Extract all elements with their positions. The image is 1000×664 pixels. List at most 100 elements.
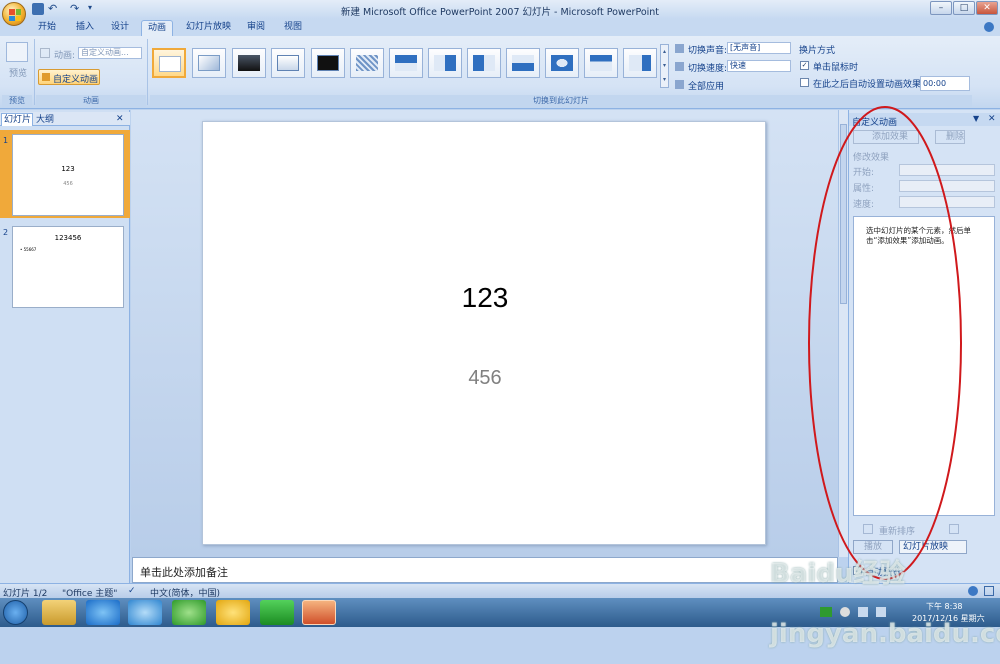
customize-quick-access-icon[interactable]: ▾: [88, 3, 100, 15]
slide-thumbnail-2[interactable]: 123456 • 55667: [12, 226, 124, 308]
zoom-in-icon[interactable]: [968, 586, 978, 596]
transition-cut-black-button[interactable]: [311, 48, 345, 78]
thumb2-bullet: • 55667: [20, 247, 37, 252]
tab-home[interactable]: 开始: [32, 20, 62, 36]
tab-animation[interactable]: 动画: [141, 20, 174, 36]
apply-all-button[interactable]: 全部应用: [688, 79, 724, 92]
tab-slides[interactable]: 幻灯片: [1, 113, 33, 126]
transition-speed-dropdown[interactable]: 快速: [727, 60, 791, 72]
sound-icon: [675, 44, 684, 53]
tab-view[interactable]: 视图: [278, 20, 308, 36]
tab-outline[interactable]: 大纲: [36, 114, 54, 126]
speed-icon: [675, 62, 684, 71]
gallery-scroll-buttons[interactable]: ▴ ▾ ▾: [660, 44, 669, 88]
animate-dropdown[interactable]: 自定义动画...: [78, 47, 142, 59]
redo-icon[interactable]: ↷: [70, 3, 82, 15]
slide-number-1: 1: [3, 136, 9, 145]
tab-review[interactable]: 审阅: [241, 20, 271, 36]
ribbon-tabs: 开始 插入 设计 动画 幻灯片放映 审阅 视图: [0, 19, 1000, 36]
transition-dissolve-button[interactable]: [350, 48, 384, 78]
close-slides-panel-button[interactable]: ✕: [116, 113, 124, 125]
slide-subtitle[interactable]: 456: [203, 367, 767, 390]
office-button[interactable]: [2, 2, 26, 26]
tab-slideshow[interactable]: 幻灯片放映: [180, 20, 237, 36]
transition-sound-dropdown[interactable]: [无声音]: [727, 42, 791, 54]
custom-animation-label: 自定义动画: [53, 75, 99, 85]
transition-none-button[interactable]: [152, 48, 186, 78]
auto-advance-checkbox[interactable]: [800, 78, 809, 87]
window-title: 新建 Microsoft Office PowerPoint 2007 幻灯片 …: [340, 7, 660, 18]
transition-wipe-down-button[interactable]: [389, 48, 423, 78]
slide-thumbnail-1[interactable]: 123 456: [12, 134, 124, 216]
start-button[interactable]: [3, 600, 28, 625]
wipe-left-icon: [434, 55, 456, 71]
on-mouse-click-checkbox[interactable]: ✓: [800, 61, 809, 70]
tab-insert[interactable]: 插入: [70, 20, 100, 36]
slide-title[interactable]: 123: [203, 282, 767, 314]
transition-cut-black-icon: [317, 55, 339, 71]
divider: [147, 39, 148, 105]
animate-icon: [40, 48, 50, 58]
thumb1-subtitle: 456: [63, 181, 73, 187]
custom-animation-button[interactable]: 自定义动画: [38, 69, 100, 85]
transition-fade-button[interactable]: [192, 48, 226, 78]
transition-dissolve-icon: [356, 55, 378, 71]
office-logo-icon: [9, 9, 21, 21]
auto-advance-label: 在此之后自动设置动画效果:: [813, 80, 925, 90]
task-pane-menu-icon[interactable]: ▼: [973, 114, 979, 123]
thumb1-title: 123: [61, 165, 75, 173]
spellcheck-icon[interactable]: ✓: [128, 586, 136, 596]
task-pane-close-icon[interactable]: ✕: [988, 114, 996, 124]
ie-icon[interactable]: [86, 600, 120, 625]
title-bar: ↶ ↷ ▾ 新建 Microsoft Office PowerPoint 200…: [0, 0, 1000, 19]
wipe-right-icon: [473, 55, 495, 71]
divider: [34, 39, 35, 105]
wipe-down-icon: [395, 55, 417, 71]
wipe-up-icon: [512, 55, 534, 71]
transition-wipe-left-button[interactable]: [428, 48, 462, 78]
app-icon[interactable]: [216, 600, 250, 625]
powerpoint-taskbar-icon[interactable]: [302, 600, 336, 625]
transition-wipe-up-button[interactable]: [506, 48, 540, 78]
watermark: Baidu经验 jingyan.baidu.com: [770, 559, 1000, 649]
transition-none-icon: [159, 56, 181, 72]
preview-button[interactable]: 预览: [6, 66, 30, 79]
slide-number-2: 2: [3, 228, 9, 237]
transition-wipe-right-button[interactable]: [467, 48, 501, 78]
group-label-preview: 预览: [2, 95, 32, 107]
slide-canvas[interactable]: 123 456: [202, 121, 766, 545]
custom-animation-icon: [42, 73, 50, 81]
notes-placeholder: 单击此处添加备注: [140, 566, 228, 579]
slides-panel: 幻灯片 大纲 ✕ 1 123 456 2 123456 • 55667: [0, 110, 130, 583]
cover-left-icon: [629, 55, 651, 71]
transition-speed-label: 切换速度:: [688, 64, 728, 74]
preview-icon: [6, 42, 28, 62]
transition-fade-icon: [198, 55, 220, 71]
maximize-button[interactable]: □: [953, 1, 975, 15]
advance-slide-title: 换片方式: [799, 46, 836, 56]
transition-split-button[interactable]: [545, 48, 579, 78]
notes-pane[interactable]: 单击此处添加备注: [132, 557, 838, 583]
save-icon[interactable]: [32, 3, 44, 15]
transition-sound-label: 切换声音:: [688, 46, 728, 56]
tab-design[interactable]: 设计: [105, 20, 135, 36]
browser-icon[interactable]: [128, 600, 162, 625]
undo-icon[interactable]: ↶: [48, 3, 60, 15]
transition-fade-black-button[interactable]: [232, 48, 266, 78]
explorer-icon[interactable]: [42, 600, 76, 625]
help-icon[interactable]: [984, 22, 994, 32]
transition-cover-left-button[interactable]: [623, 48, 657, 78]
transition-cut-button[interactable]: [271, 48, 305, 78]
360-browser-icon[interactable]: [172, 600, 206, 625]
iqiyi-icon[interactable]: [260, 600, 294, 625]
animate-label: 动画:: [54, 51, 76, 61]
ribbon: 预览 预览 动画: 自定义动画... 自定义动画 动画 ▴ ▾ ▾ 切换声音: [无…: [0, 36, 1000, 109]
annotation-ellipse: [808, 106, 962, 580]
group-label-animation: 动画: [36, 95, 146, 107]
minimize-button[interactable]: –: [930, 1, 952, 15]
fit-slide-icon[interactable]: [984, 586, 994, 596]
transition-cover-down-button[interactable]: [584, 48, 618, 78]
close-button[interactable]: ✕: [976, 1, 998, 15]
auto-advance-time-input[interactable]: 00:00: [920, 76, 970, 91]
thumb2-title: 123456: [54, 234, 82, 242]
